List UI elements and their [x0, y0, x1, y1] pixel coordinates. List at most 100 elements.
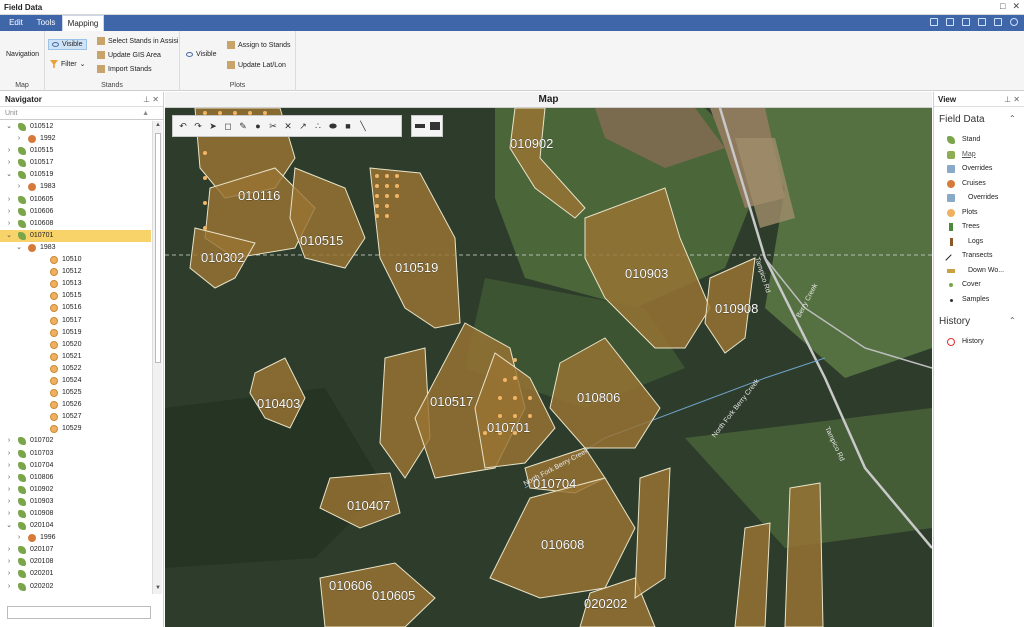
pointer-icon[interactable]: ➤ — [208, 121, 218, 131]
window-icon[interactable] — [994, 18, 1002, 26]
update-latlon-button[interactable]: Update Lat/Lon — [227, 61, 286, 69]
map-canvas[interactable]: 010902 010116 010515 010302 010519 01090… — [165, 108, 932, 627]
tree-row-stand[interactable]: › 020201 — [0, 568, 151, 580]
tree-row-stand[interactable]: › 020107 — [0, 544, 151, 556]
collapse-icon[interactable]: ⌄ — [5, 230, 13, 242]
tab-edit[interactable]: Edit — [2, 15, 30, 31]
expand-icon[interactable]: › — [5, 218, 13, 230]
plot-point[interactable] — [375, 184, 379, 188]
expand-icon[interactable]: › — [5, 484, 13, 496]
expand-icon[interactable]: › — [5, 157, 13, 169]
expand-icon[interactable]: › — [15, 532, 23, 544]
field-data-section[interactable]: Field Data ⌃ — [939, 114, 1016, 125]
plot-point[interactable] — [395, 174, 399, 178]
plot-point[interactable] — [375, 174, 379, 178]
select-stands-button[interactable]: Select Stands in Assisi — [97, 37, 178, 45]
tree-row-stand[interactable]: ⌄ 020104 — [0, 520, 151, 532]
expand-icon[interactable]: › — [5, 194, 13, 206]
map-svg[interactable]: 010902 010116 010515 010302 010519 01090… — [165, 108, 932, 627]
tree-row-plot[interactable]: 10515 — [0, 290, 151, 302]
ruler-icon[interactable] — [414, 124, 425, 128]
tree-row-plot[interactable]: 10517 — [0, 315, 151, 327]
tree-row-stand[interactable]: › 010908 — [0, 508, 151, 520]
pen-icon[interactable]: ✎ — [238, 121, 248, 131]
tree-row-plot[interactable]: 10525 — [0, 387, 151, 399]
tree-row-plot[interactable]: 10516 — [0, 302, 151, 314]
undo-icon[interactable]: ↶ — [178, 121, 188, 131]
navigator-scrollbar[interactable]: ▲ ▼ — [152, 121, 162, 594]
chevron-up-icon[interactable]: ⌃ — [1009, 316, 1016, 325]
tree-row-stand[interactable]: ⌄ 010519 — [0, 169, 151, 181]
expand-icon[interactable]: › — [5, 593, 13, 594]
panel-right-icon[interactable] — [978, 18, 986, 26]
tree-row-stand[interactable]: ⌄ 010701 — [0, 229, 151, 242]
tree-row-plot[interactable]: 10529 — [0, 423, 151, 435]
tree-row-cruise[interactable]: › 1983 — [0, 181, 151, 193]
tree-row-cruise[interactable]: › 1992 — [0, 133, 151, 145]
vertex-edit-icon[interactable]: ◻ — [223, 121, 233, 131]
restore-icon[interactable]: □ — [1000, 1, 1005, 12]
tree-row-stand[interactable]: › 020108 — [0, 556, 151, 568]
tree-row-stand[interactable]: › 010704 — [0, 460, 151, 472]
collapse-icon[interactable]: ⌄ — [15, 242, 23, 254]
marker-icon[interactable]: ● — [253, 121, 263, 131]
tree-row-plot[interactable]: 10527 — [0, 411, 151, 423]
plot-point[interactable] — [203, 151, 207, 155]
unit-column-header[interactable]: Unit ▲ — [0, 107, 163, 120]
expand-icon[interactable]: › — [5, 472, 13, 484]
tree-row-stand[interactable]: › 010517 — [0, 157, 151, 169]
expand-icon[interactable]: › — [5, 544, 13, 556]
ellipse-icon[interactable]: ⬬ — [328, 121, 338, 131]
expand-icon[interactable]: › — [5, 508, 13, 520]
plot-point[interactable] — [498, 414, 502, 418]
plot-point[interactable] — [375, 214, 379, 218]
scroll-up-icon[interactable]: ▲ — [154, 122, 162, 130]
tree-row-plot[interactable]: 10510 — [0, 254, 151, 266]
tree-row-stand[interactable]: › 010903 — [0, 496, 151, 508]
plot-point[interactable] — [385, 214, 389, 218]
tree-row-plot[interactable]: 10519 — [0, 327, 151, 339]
plot-point[interactable] — [203, 176, 207, 180]
expand-icon[interactable]: › — [5, 556, 13, 568]
tab-mapping[interactable]: Mapping — [62, 15, 104, 31]
plot-point[interactable] — [528, 414, 532, 418]
plot-point[interactable] — [385, 194, 389, 198]
expand-icon[interactable]: › — [5, 448, 13, 460]
print-icon[interactable] — [429, 122, 440, 130]
pin-close-icons[interactable]: ⊥ ✕ — [143, 92, 159, 107]
update-gis-button[interactable]: Update GIS Area — [97, 51, 161, 59]
plot-point[interactable] — [498, 396, 502, 400]
plot-point[interactable] — [395, 194, 399, 198]
filter-button[interactable]: Filter ⌄ — [50, 60, 85, 68]
scroll-down-icon[interactable]: ▼ — [154, 585, 162, 593]
plot-point[interactable] — [385, 174, 389, 178]
plot-point[interactable] — [375, 204, 379, 208]
tree-row-stand[interactable]: ⌄ 010512 — [0, 121, 151, 133]
plot-point[interactable] — [203, 226, 207, 230]
plot-point[interactable] — [375, 194, 379, 198]
tree-row-stand[interactable]: › 010606 — [0, 206, 151, 218]
tree-row-plot[interactable]: 10524 — [0, 375, 151, 387]
history-section[interactable]: History ⌃ — [939, 316, 1016, 327]
tree-row-stand[interactable]: › 010605 — [0, 194, 151, 206]
tree-row-stand[interactable]: › 010515 — [0, 145, 151, 157]
tree-row-stand[interactable]: › 010608 — [0, 218, 151, 230]
plot-point[interactable] — [385, 184, 389, 188]
navigator-search-input[interactable] — [7, 606, 151, 619]
collapse-icon[interactable]: ⌄ — [5, 520, 13, 532]
split-icon[interactable]: ✂ — [268, 121, 278, 131]
expand-icon[interactable]: › — [5, 206, 13, 218]
plot-point[interactable] — [513, 414, 517, 418]
assign-stands-button[interactable]: Assign to Stands — [227, 41, 291, 49]
tree-row-plot[interactable]: 10522 — [0, 363, 151, 375]
plot-point[interactable] — [503, 378, 507, 382]
chevron-up-icon[interactable]: ⌃ — [1009, 114, 1016, 123]
import-stands-button[interactable]: Import Stands — [97, 65, 152, 73]
plot-point[interactable] — [203, 201, 207, 205]
reshape-icon[interactable]: ↗ — [298, 121, 308, 131]
rectangle-icon[interactable]: ■ — [343, 121, 353, 131]
tree-row-stand[interactable]: › 010702 — [0, 435, 151, 447]
expand-icon[interactable]: › — [15, 181, 23, 193]
redo-icon[interactable]: ↷ — [193, 121, 203, 131]
collapse-icon[interactable]: ⌄ — [5, 121, 13, 133]
